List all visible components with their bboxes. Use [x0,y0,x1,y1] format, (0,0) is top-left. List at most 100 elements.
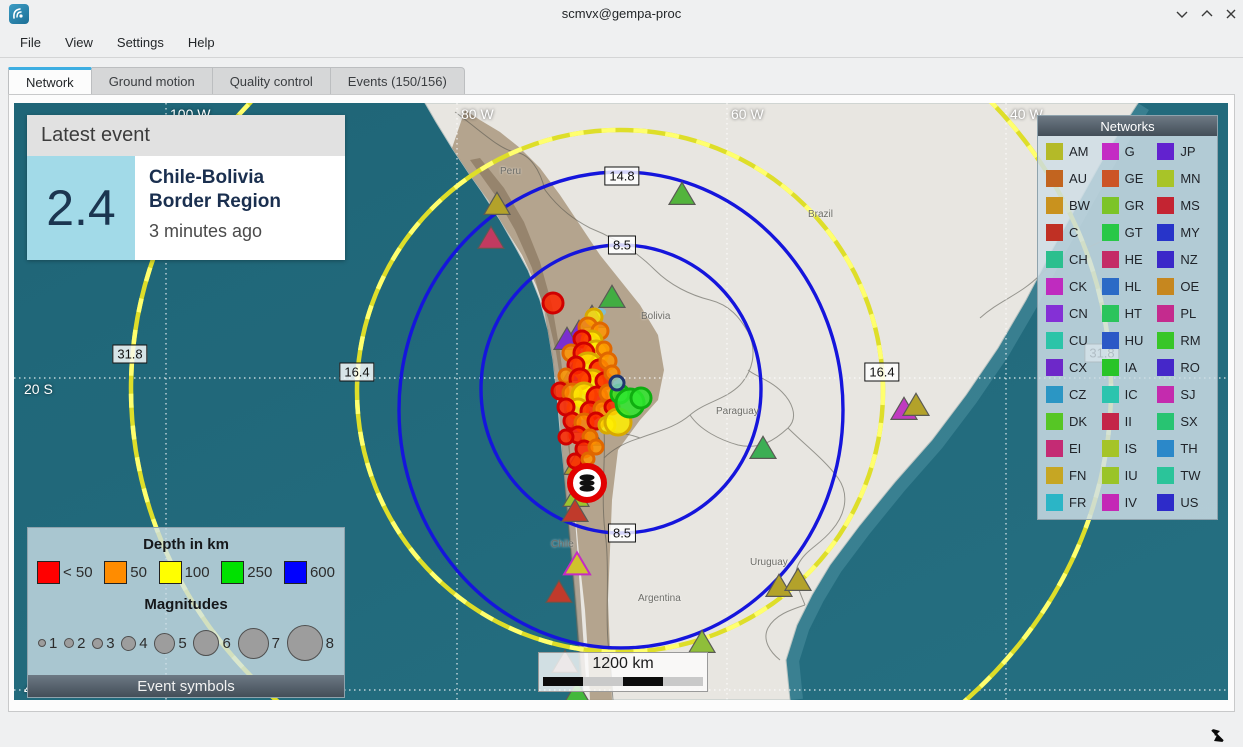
magnitude-legend-title: Magnitudes [28,596,344,613]
network-item-GE[interactable]: GE [1102,170,1156,187]
network-item-NZ[interactable]: NZ [1157,251,1211,268]
networks-panel-title[interactable]: Networks [1038,116,1217,136]
network-item-OE[interactable]: OE [1157,278,1211,295]
magnitude-label: 1 [49,635,57,652]
network-item-MY[interactable]: MY [1157,224,1211,241]
network-item-CN[interactable]: CN [1046,305,1100,322]
network-item-FR[interactable]: FR [1046,494,1100,511]
map-scale-bar: 1200 km [538,652,708,692]
network-item-AM[interactable]: AM [1046,143,1100,160]
depth-bin-label: 100 [185,564,210,581]
tab-events-150-156-[interactable]: Events (150/156) [331,67,465,95]
network-code-label: GE [1125,171,1144,186]
latest-event-marker[interactable] [570,466,604,500]
network-item-IV[interactable]: IV [1102,494,1156,511]
network-item-C[interactable]: C [1046,224,1100,241]
network-color-swatch [1102,305,1119,322]
resize-grip-icon[interactable] [1205,725,1227,747]
network-item-CK[interactable]: CK [1046,278,1100,295]
network-item-FN[interactable]: FN [1046,467,1100,484]
network-item-SJ[interactable]: SJ [1157,386,1211,403]
network-item-HT[interactable]: HT [1102,305,1156,322]
network-color-swatch [1102,467,1119,484]
depth-color-swatch [37,561,60,584]
network-color-swatch [1046,413,1063,430]
magnitude-circle [287,625,323,661]
network-item-BW[interactable]: BW [1046,197,1100,214]
network-code-label: TH [1180,441,1197,456]
network-code-label: C [1069,225,1078,240]
network-item-IA[interactable]: IA [1102,359,1156,376]
network-item-TW[interactable]: TW [1157,467,1211,484]
network-item-MS[interactable]: MS [1157,197,1211,214]
event-marker[interactable] [559,430,573,444]
depth-color-swatch [159,561,182,584]
network-item-HU[interactable]: HU [1102,332,1156,349]
tab-ground-motion[interactable]: Ground motion [92,67,213,95]
network-item-PL[interactable]: PL [1157,305,1211,322]
network-color-swatch [1046,494,1063,511]
network-item-II[interactable]: II [1102,413,1156,430]
network-item-CX[interactable]: CX [1046,359,1100,376]
magnitude-label: 7 [272,635,280,652]
maximize-button[interactable] [1197,5,1217,23]
network-item-RM[interactable]: RM [1157,332,1211,349]
network-item-GR[interactable]: GR [1102,197,1156,214]
network-item-CU[interactable]: CU [1046,332,1100,349]
network-item-RO[interactable]: RO [1157,359,1211,376]
network-item-DK[interactable]: DK [1046,413,1100,430]
network-item-JP[interactable]: JP [1157,143,1211,160]
magnitude-label: 5 [178,635,186,652]
network-item-TH[interactable]: TH [1157,440,1211,457]
network-item-IC[interactable]: IC [1102,386,1156,403]
network-item-GT[interactable]: GT [1102,224,1156,241]
event-symbols-footer[interactable]: Event symbols [28,675,344,697]
network-item-EI[interactable]: EI [1046,440,1100,457]
network-color-swatch [1102,278,1119,295]
network-code-label: US [1180,495,1198,510]
network-code-label: IS [1125,441,1137,456]
network-item-G[interactable]: G [1102,143,1156,160]
network-code-label: AU [1069,171,1087,186]
menu-view[interactable]: View [55,31,103,54]
tab-quality-control[interactable]: Quality control [213,67,331,95]
network-color-swatch [1102,386,1119,403]
event-marker[interactable] [543,293,563,313]
menu-file[interactable]: File [10,31,51,54]
network-color-swatch [1102,440,1119,457]
network-item-AU[interactable]: AU [1046,170,1100,187]
tab-network[interactable]: Network [8,67,92,95]
menu-help[interactable]: Help [178,31,225,54]
network-item-IU[interactable]: IU [1102,467,1156,484]
network-item-HE[interactable]: HE [1102,251,1156,268]
event-marker[interactable] [631,388,651,408]
network-item-US[interactable]: US [1157,494,1211,511]
latest-event-marker-layer [570,466,604,500]
network-code-label: CX [1069,360,1087,375]
minimize-button[interactable] [1172,5,1192,23]
network-item-IS[interactable]: IS [1102,440,1156,457]
network-code-label: SX [1180,414,1197,429]
network-code-label: TW [1180,468,1200,483]
magnitude-circle [121,636,136,651]
event-marker[interactable] [589,440,603,454]
travel-time-label: 8.5 [608,524,636,543]
network-color-swatch [1157,440,1174,457]
network-color-swatch [1046,440,1063,457]
network-item-HL[interactable]: HL [1102,278,1156,295]
close-button[interactable] [1221,5,1241,23]
network-color-swatch [1046,332,1063,349]
travel-time-label: 14.8 [604,167,639,186]
network-code-label: CK [1069,279,1087,294]
depth-bin: 100 [159,561,210,584]
network-color-swatch [1157,197,1174,214]
network-item-CH[interactable]: CH [1046,251,1100,268]
network-item-SX[interactable]: SX [1157,413,1211,430]
network-item-MN[interactable]: MN [1157,170,1211,187]
network-code-label: CN [1069,306,1088,321]
network-item-CZ[interactable]: CZ [1046,386,1100,403]
menu-settings[interactable]: Settings [107,31,174,54]
network-color-swatch [1102,251,1119,268]
event-marker[interactable] [610,376,624,390]
title-bar[interactable]: scmvx@gempa-proc [0,0,1243,28]
